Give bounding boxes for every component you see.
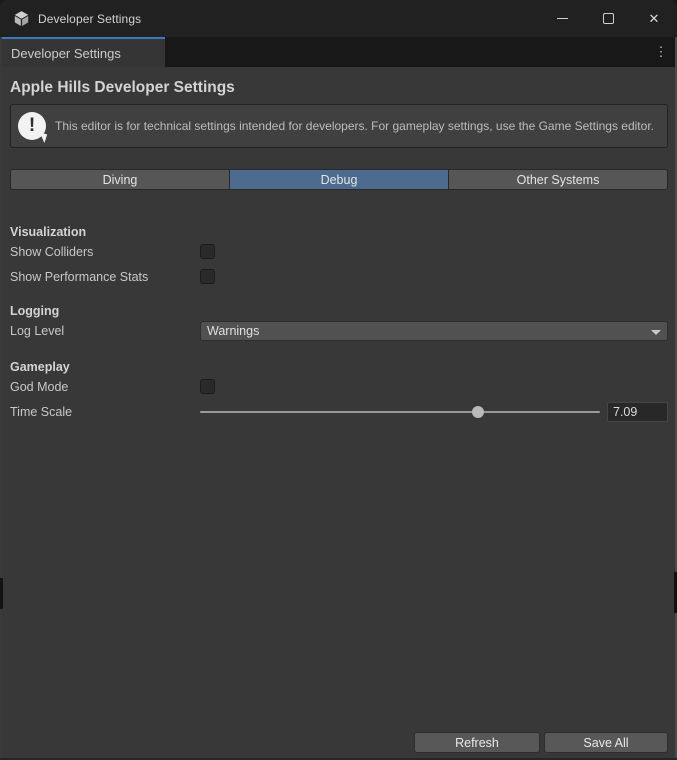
section-title-visualization: Visualization (10, 225, 668, 239)
save-all-button-label: Save All (583, 736, 628, 750)
refresh-button-label: Refresh (455, 736, 499, 750)
row-show-colliders: Show Colliders (10, 239, 668, 264)
page-title: Apple Hills Developer Settings (10, 79, 668, 97)
settings-form: Visualization Show Colliders Show Perfor… (10, 225, 668, 424)
category-toolbar: Diving Debug Other Systems (10, 169, 668, 190)
info-bubble-icon: ! (18, 112, 46, 140)
window-controls: ✕ (539, 0, 677, 37)
row-show-performance-stats: Show Performance Stats (10, 264, 668, 289)
tab-label: Developer Settings (11, 46, 121, 61)
tab-developer-settings[interactable]: Developer Settings (2, 37, 165, 67)
maximize-button[interactable] (585, 0, 631, 37)
minimize-icon (557, 18, 568, 19)
help-box: ! This editor is for technical settings … (10, 104, 668, 148)
chevron-down-icon (651, 330, 661, 335)
developer-settings-window: Developer Settings ✕ Developer Settings … (0, 0, 677, 760)
time-scale-value: 7.09 (613, 405, 637, 419)
dropdown-value: Warnings (207, 324, 259, 338)
window-title: Developer Settings (38, 12, 141, 26)
toolbar-tab-diving[interactable]: Diving (10, 169, 230, 190)
field-label: Show Colliders (10, 245, 200, 259)
exclamation-glyph: ! (29, 115, 35, 137)
close-icon: ✕ (649, 12, 660, 25)
row-god-mode: God Mode (10, 374, 668, 399)
toolbar-tab-label: Debug (321, 173, 358, 187)
unity-logo-icon (13, 10, 30, 27)
field-label: Show Performance Stats (10, 270, 200, 284)
refresh-button[interactable]: Refresh (414, 732, 540, 753)
time-scale-value-field[interactable]: 7.09 (607, 402, 668, 422)
show-performance-stats-checkbox[interactable] (200, 269, 215, 284)
tab-menu-button[interactable]: ⋮ (645, 37, 677, 67)
titlebar: Developer Settings ✕ (0, 0, 677, 37)
row-time-scale: Time Scale 7.09 (10, 399, 668, 424)
kebab-menu-icon: ⋮ (655, 44, 668, 60)
toolbar-tab-other-systems[interactable]: Other Systems (449, 169, 668, 190)
close-button[interactable]: ✕ (631, 0, 677, 37)
time-scale-slider[interactable] (200, 411, 600, 413)
minimize-button[interactable] (539, 0, 585, 37)
slider-handle[interactable] (472, 406, 484, 418)
window-edge-left (0, 37, 2, 760)
log-level-dropdown[interactable]: Warnings (200, 321, 668, 341)
show-colliders-checkbox[interactable] (200, 244, 215, 259)
field-label: Log Level (10, 324, 200, 338)
toolbar-tab-label: Other Systems (517, 173, 600, 187)
toolbar-tab-debug[interactable]: Debug (230, 169, 449, 190)
content-area: Apple Hills Developer Settings ! This ed… (0, 67, 677, 760)
footer-actions: Refresh Save All (414, 732, 668, 753)
section-title-logging: Logging (10, 304, 668, 318)
field-label: Time Scale (10, 405, 200, 419)
tab-strip: Developer Settings ⋮ (0, 37, 677, 67)
god-mode-checkbox[interactable] (200, 379, 215, 394)
section-title-gameplay: Gameplay (10, 360, 668, 374)
help-box-text: This editor is for technical settings in… (55, 119, 654, 134)
maximize-icon (603, 13, 614, 24)
row-log-level: Log Level Warnings (10, 318, 668, 343)
toolbar-tab-label: Diving (103, 173, 138, 187)
window-edge-notch-left (0, 578, 3, 609)
field-label: God Mode (10, 380, 200, 394)
save-all-button[interactable]: Save All (544, 732, 668, 753)
